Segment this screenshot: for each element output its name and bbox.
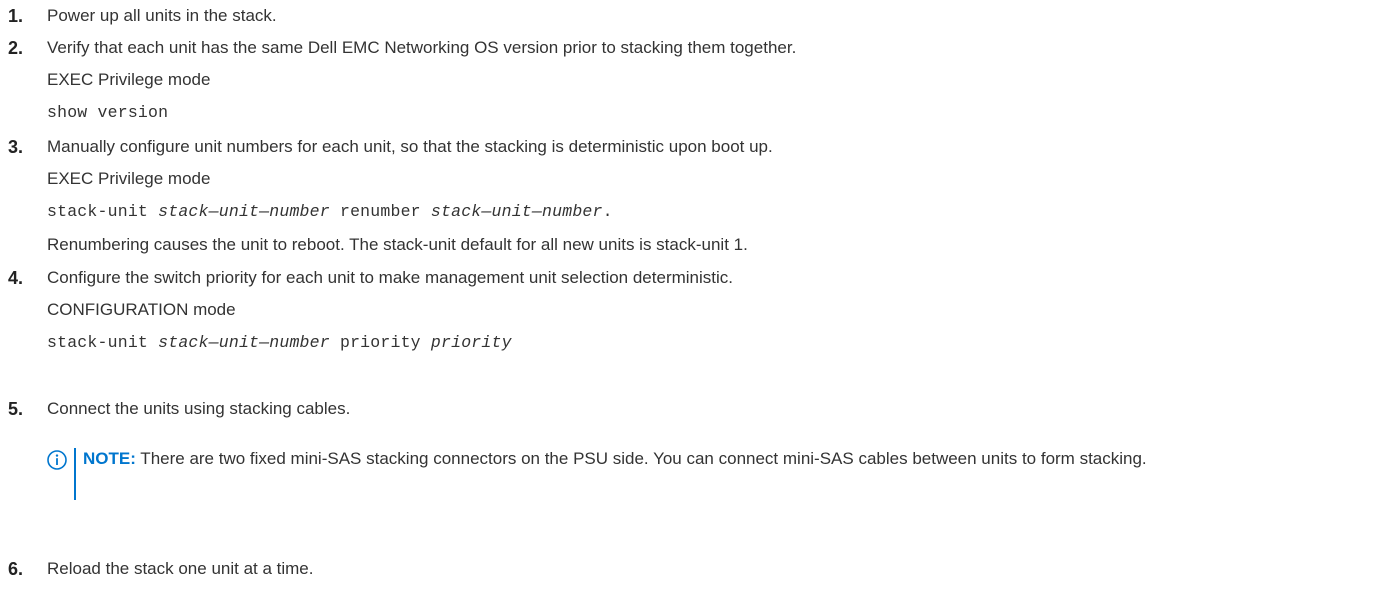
step-text: Manually configure unit numbers for each… <box>47 137 773 156</box>
step-number: 3. <box>8 137 24 157</box>
code-parameter: stack—unit—number <box>430 202 603 221</box>
note-body: There are two fixed mini-SAS stacking co… <box>135 449 1147 468</box>
code-punctuation: . <box>602 202 613 221</box>
note-label: NOTE: <box>83 449 136 468</box>
step-text: Verify that each unit has the same Dell … <box>47 38 797 57</box>
command-mode: CONFIGURATION mode <box>47 300 236 319</box>
step-text: Reload the stack one unit at a time. <box>47 559 314 578</box>
step-text: Connect the units using stacking cables. <box>47 399 351 418</box>
code-keyword: renumber <box>329 202 431 221</box>
step-number: 2. <box>8 38 24 58</box>
note-callout: NOTE: There are two fixed mini-SAS stack… <box>47 446 1377 506</box>
note-text: NOTE: There are two fixed mini-SAS stack… <box>83 446 1383 471</box>
step-number: 4. <box>8 268 24 288</box>
command-mode: EXEC Privilege mode <box>47 70 211 89</box>
step-text: Power up all units in the stack. <box>47 6 277 25</box>
code-keyword: stack-unit <box>47 333 159 352</box>
step-number: 6. <box>8 559 24 579</box>
command-code: show version <box>47 103 169 122</box>
code-keyword: priority <box>329 333 431 352</box>
step-text: Configure the switch priority for each u… <box>47 268 733 287</box>
step-number: 1. <box>8 6 24 26</box>
info-icon <box>47 450 67 470</box>
command-code: stack-unit stack—unit—number renumber st… <box>47 200 613 224</box>
code-parameter: stack—unit—number <box>158 333 330 352</box>
command-code: stack-unit stack—unit—number priority pr… <box>47 331 512 355</box>
note-accent-bar <box>74 448 76 500</box>
command-mode: EXEC Privilege mode <box>47 169 211 188</box>
code-parameter: priority <box>430 333 512 352</box>
step-number: 5. <box>8 399 24 419</box>
step-followup: Renumbering causes the unit to reboot. T… <box>47 235 748 254</box>
code-parameter: stack—unit—number <box>158 202 330 221</box>
code-keyword: stack-unit <box>47 202 159 221</box>
